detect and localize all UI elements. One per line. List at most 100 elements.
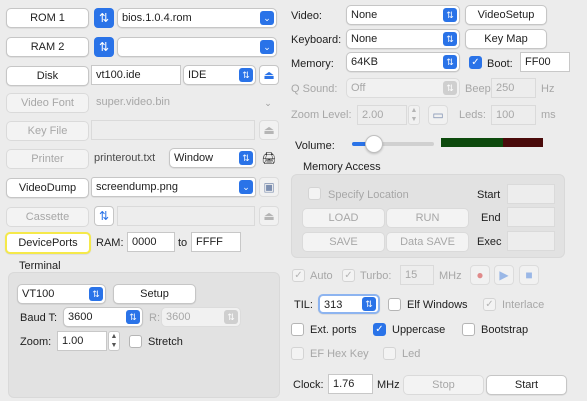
baud-t-select[interactable]: 3600 ⇅ [63, 307, 143, 327]
video-select[interactable]: None ⇅ [346, 5, 460, 25]
eject-icon[interactable]: ⏏ [259, 65, 279, 85]
rom2-select[interactable]: ⌄ [117, 37, 277, 57]
video-font-button[interactable]: Video Font [6, 93, 89, 113]
cassette-button[interactable]: Cassette [6, 207, 89, 227]
led-checkbox[interactable] [383, 347, 396, 360]
ram-from-field[interactable]: 0000 [127, 232, 175, 252]
zoom-level-field[interactable]: 2.00 [357, 105, 407, 125]
run-button[interactable]: RUN [386, 208, 469, 228]
terminal-type-select[interactable]: VT100 ⇅ [17, 284, 106, 304]
baud-r-select[interactable]: 3600 ⇅ [161, 307, 241, 327]
ef-hex-key-checkbox[interactable] [291, 347, 304, 360]
video-label: Video: [291, 10, 322, 22]
printer-field[interactable]: printerout.txt [91, 148, 167, 168]
leds-field[interactable]: 100 [491, 105, 536, 125]
keymap-button[interactable]: Key Map [465, 29, 547, 49]
baud-r-value: 3600 [166, 311, 191, 323]
memory-select[interactable]: 64KB ⇅ [346, 52, 460, 72]
specify-location-checkbox[interactable] [308, 187, 321, 200]
exec-field[interactable] [507, 231, 555, 251]
terminal-setup-button[interactable]: Setup [113, 284, 196, 304]
vu-meter-red [503, 138, 543, 147]
end-field[interactable] [507, 207, 555, 227]
boot-label: Boot: [487, 58, 513, 70]
boot-field[interactable]: FF00 [520, 52, 570, 72]
start-button[interactable]: Start [486, 375, 567, 395]
rom1-cycle-icon[interactable]: ⇅ [94, 8, 114, 28]
disk-type-value: IDE [188, 69, 207, 81]
elf-windows-checkbox[interactable] [388, 298, 401, 311]
stop-icon[interactable]: ■ [519, 265, 539, 285]
printer-button[interactable]: Printer [6, 149, 89, 169]
key-file-button[interactable]: Key File [6, 121, 89, 141]
interlace-checkbox[interactable]: ✓ [483, 298, 496, 311]
start-label: Start [477, 189, 501, 201]
turbo-unit: MHz [439, 270, 462, 282]
boot-checkbox[interactable]: ✓ [469, 56, 482, 69]
printer-icon[interactable]: 🖨 [259, 148, 279, 168]
bootstrap-checkbox[interactable] [462, 323, 475, 336]
volume-knob[interactable] [365, 135, 383, 153]
videodump-button[interactable]: VideoDump [6, 178, 89, 198]
play-icon[interactable]: ▶ [494, 265, 514, 285]
rom2-button[interactable]: RAM 2 [6, 37, 89, 57]
disk-type-select[interactable]: IDE ⇅ [183, 65, 256, 85]
uppercase-checkbox[interactable]: ✓ [373, 323, 386, 336]
videodump-select[interactable]: screendump.png ⌄ [91, 177, 256, 197]
zoom-stepper[interactable]: ▲ ▼ [108, 331, 120, 351]
turbo-field[interactable]: 15 [400, 265, 434, 285]
til-select[interactable]: 313 ⇅ [318, 294, 380, 314]
chevron-updown-icon: ⇅ [443, 32, 457, 46]
keyboard-select[interactable]: None ⇅ [346, 29, 460, 49]
screen-icon[interactable]: ▭ [428, 105, 448, 125]
keyboard-label: Keyboard: [291, 34, 342, 46]
printer-mode-select[interactable]: Window ⇅ [169, 148, 256, 168]
rom2-cycle-icon[interactable]: ⇅ [94, 37, 114, 57]
load-button[interactable]: LOAD [302, 208, 385, 228]
chevron-updown-icon: ⇅ [443, 8, 457, 22]
video-font-field[interactable]: super.video.bin ⌄ [91, 92, 278, 112]
auto-checkbox[interactable]: ✓ [292, 269, 305, 282]
zoom-level-stepper[interactable]: ▲ ▼ [408, 105, 420, 125]
til-label: TIL: [294, 299, 313, 311]
save-button[interactable]: SAVE [302, 232, 385, 252]
videosetup-button[interactable]: VideoSetup [465, 5, 547, 25]
elf-windows-label: Elf Windows [407, 299, 468, 311]
memory-access-title: Memory Access [303, 161, 381, 173]
disk-button[interactable]: Disk [6, 66, 89, 86]
volume-label: Volume: [295, 140, 335, 152]
cassette-field[interactable] [117, 206, 255, 226]
rom1-button[interactable]: ROM 1 [6, 8, 89, 28]
zoom-field[interactable]: 1.00 [57, 331, 107, 351]
turbo-checkbox[interactable]: ✓ [342, 269, 355, 282]
qsound-select[interactable]: Off ⇅ [346, 78, 460, 98]
data-save-button[interactable]: Data SAVE [386, 232, 469, 252]
key-file-field[interactable] [91, 120, 255, 140]
baud-r-label: R: [149, 312, 160, 324]
memory-label: Memory: [291, 58, 334, 70]
deviceports-button[interactable]: DevicePorts [5, 232, 91, 254]
eject-icon[interactable]: ⏏ [259, 206, 279, 226]
ram-to-field[interactable]: FFFF [191, 232, 241, 252]
beeper-field[interactable]: 250 [491, 78, 536, 98]
ext-ports-checkbox[interactable] [291, 323, 304, 336]
stretch-checkbox[interactable] [129, 335, 142, 348]
bootstrap-label: Bootstrap [481, 324, 529, 336]
volume-slider[interactable] [352, 135, 434, 153]
beeper-unit: Hz [541, 83, 555, 95]
memory-value: 64KB [351, 56, 378, 68]
keyboard-value: None [351, 33, 378, 45]
stop-button[interactable]: Stop [403, 375, 484, 395]
save-disk-icon[interactable]: ▣ [259, 177, 279, 197]
rom1-select[interactable]: bios.1.0.4.rom ⌄ [117, 8, 277, 28]
record-icon[interactable]: ● [470, 265, 490, 285]
ram-to-label: to [178, 237, 188, 249]
start-field[interactable] [507, 184, 555, 204]
eject-icon[interactable]: ⏏ [259, 120, 279, 140]
specify-location-label: Specify Location [328, 189, 409, 201]
clock-field[interactable]: 1.76 [328, 374, 373, 394]
disk-field[interactable]: vt100.ide [91, 65, 181, 85]
video-value: None [351, 9, 378, 21]
cassette-cycle-icon[interactable]: ⇅ [94, 206, 114, 226]
baud-t-value: 3600 [68, 311, 93, 323]
